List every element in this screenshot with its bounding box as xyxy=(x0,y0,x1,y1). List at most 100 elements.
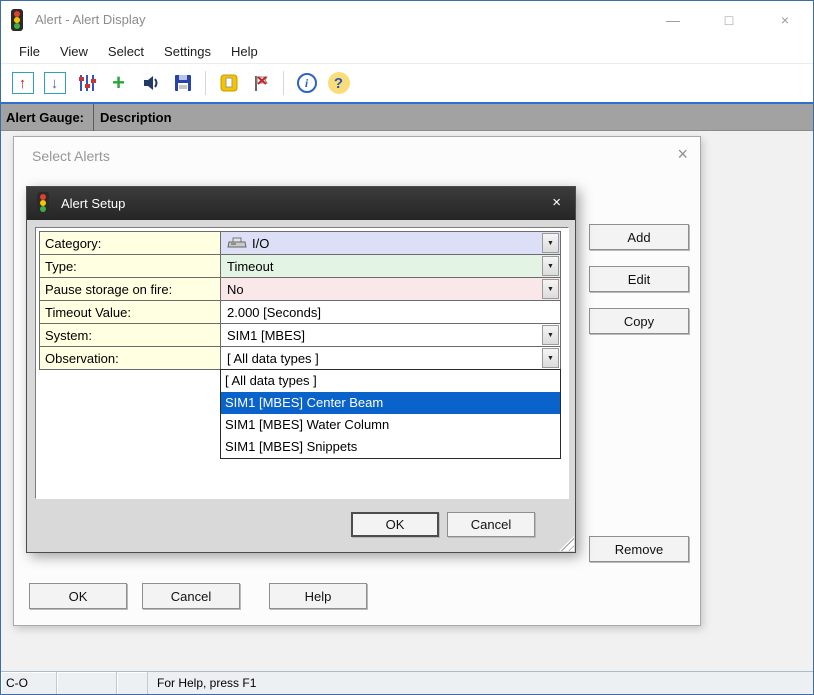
toolbar-separator xyxy=(205,71,206,95)
status-cell-3 xyxy=(117,672,148,694)
sliders-icon xyxy=(77,73,97,93)
type-dropdown-button[interactable]: ▼ xyxy=(542,256,559,276)
resize-grip[interactable] xyxy=(559,536,574,551)
select-alerts-help-button[interactable]: Help xyxy=(269,583,367,609)
timeout-value-row: Timeout Value: 2.000 [Seconds] xyxy=(39,300,563,324)
status-cell-mode: C-O xyxy=(1,672,57,694)
dropdown-option[interactable]: SIM1 [MBES] Water Column xyxy=(221,414,560,436)
alert-setup-ok-button[interactable]: OK xyxy=(351,512,439,537)
status-help-text: For Help, press F1 xyxy=(148,672,256,694)
window-title: Alert - Alert Display xyxy=(35,12,146,27)
observation-row: Observation: [ All data types ] ▼ xyxy=(39,346,563,370)
alarm-log-icon xyxy=(219,73,239,93)
alert-setup-titlebar: Alert Setup × xyxy=(27,187,575,220)
clear-flag-button[interactable] xyxy=(247,69,274,97)
category-value: I/O xyxy=(252,236,269,251)
observation-dropdown-button[interactable]: ▼ xyxy=(542,348,559,368)
category-dropdown-button[interactable]: ▼ xyxy=(542,233,559,253)
category-label: Category: xyxy=(39,231,221,255)
timeout-value-field[interactable]: 2.000 [Seconds] xyxy=(220,300,561,324)
chevron-down-icon: ▼ xyxy=(547,355,554,362)
dropdown-option-selected[interactable]: SIM1 [MBES] Center Beam xyxy=(221,392,560,414)
type-value: Timeout xyxy=(227,259,273,274)
observation-combobox[interactable]: [ All data types ] ▼ xyxy=(220,346,561,370)
dropdown-option[interactable]: SIM1 [MBES] Snippets xyxy=(221,436,560,458)
chevron-down-icon: ▼ xyxy=(547,286,554,293)
minimize-button[interactable]: — xyxy=(645,1,701,39)
dropdown-option[interactable]: [ All data types ] xyxy=(221,370,560,392)
system-label: System: xyxy=(39,323,221,347)
chevron-down-icon: ▼ xyxy=(547,332,554,339)
remove-button[interactable]: Remove xyxy=(589,536,689,562)
system-row: System: SIM1 [MBES] ▼ xyxy=(39,323,563,347)
status-cell-2 xyxy=(57,672,117,694)
type-combobox[interactable]: Timeout ▼ xyxy=(220,254,561,278)
help-button[interactable]: ? xyxy=(325,69,352,97)
menu-select[interactable]: Select xyxy=(98,41,154,62)
traffic-light-app-icon xyxy=(11,9,23,31)
speaker-icon xyxy=(141,73,161,93)
menu-settings[interactable]: Settings xyxy=(154,41,221,62)
menu-view[interactable]: View xyxy=(50,41,98,62)
add-alert-button[interactable]: + xyxy=(105,69,132,97)
system-dropdown-button[interactable]: ▼ xyxy=(542,325,559,345)
help-icon: ? xyxy=(328,72,350,94)
limits-button[interactable] xyxy=(73,69,100,97)
column-divider xyxy=(93,104,94,131)
timeout-value: 2.000 [Seconds] xyxy=(227,305,321,320)
pause-storage-label: Pause storage on fire: xyxy=(39,277,221,301)
maximize-button[interactable]: □ xyxy=(701,1,757,39)
alarm-log-button[interactable] xyxy=(215,69,242,97)
edit-button[interactable]: Edit xyxy=(589,266,689,292)
arrow-down-icon: ↓ xyxy=(44,72,66,94)
pause-storage-row: Pause storage on fire: No ▼ xyxy=(39,277,563,301)
type-row: Type: Timeout ▼ xyxy=(39,254,563,278)
select-alerts-cancel-button[interactable]: Cancel xyxy=(142,583,240,609)
select-alerts-ok-button[interactable]: OK xyxy=(29,583,127,609)
alert-setup-close-icon[interactable]: × xyxy=(552,194,561,211)
observation-dropdown-list: [ All data types ] SIM1 [MBES] Center Be… xyxy=(220,369,561,459)
timeout-value-label: Timeout Value: xyxy=(39,300,221,324)
close-button[interactable]: × xyxy=(757,1,813,39)
category-row: Category: I/O ▼ xyxy=(39,231,563,255)
scroll-down-button[interactable]: ↓ xyxy=(41,69,68,97)
pause-storage-combobox[interactable]: No ▼ xyxy=(220,277,561,301)
observation-label: Observation: xyxy=(39,346,221,370)
save-button[interactable] xyxy=(169,69,196,97)
chevron-down-icon: ▼ xyxy=(547,263,554,270)
select-alerts-close-icon[interactable]: × xyxy=(677,144,688,165)
system-value: SIM1 [MBES] xyxy=(227,328,305,343)
scroll-up-button[interactable]: ↑ xyxy=(9,69,36,97)
io-device-icon xyxy=(227,237,247,250)
menu-help[interactable]: Help xyxy=(221,41,268,62)
info-button[interactable]: i xyxy=(293,69,320,97)
statusbar: C-O For Help, press F1 xyxy=(1,671,813,694)
category-combobox[interactable]: I/O ▼ xyxy=(220,231,561,255)
app-window: Alert - Alert Display — □ × File View Se… xyxy=(0,0,814,695)
flag-clear-icon xyxy=(251,73,271,93)
save-icon xyxy=(173,73,193,93)
type-label: Type: xyxy=(39,254,221,278)
system-combobox[interactable]: SIM1 [MBES] ▼ xyxy=(220,323,561,347)
select-alerts-title: Select Alerts xyxy=(32,148,110,164)
menu-file[interactable]: File xyxy=(9,41,50,62)
alert-setup-title: Alert Setup xyxy=(61,196,125,211)
gauge-table-header: Alert Gauge: Description xyxy=(1,104,813,131)
copy-button[interactable]: Copy xyxy=(589,308,689,334)
alert-setup-cancel-button[interactable]: Cancel xyxy=(447,512,535,537)
add-button[interactable]: Add xyxy=(589,224,689,250)
alert-setup-dialog: Alert Setup × Category: I/O ▼ xyxy=(26,186,576,553)
menubar: File View Select Settings Help xyxy=(1,39,813,64)
toolbar: ↑ ↓ + xyxy=(1,64,813,104)
info-icon: i xyxy=(297,73,317,93)
column-description: Description xyxy=(100,110,172,125)
pause-storage-dropdown-button[interactable]: ▼ xyxy=(542,279,559,299)
pause-storage-value: No xyxy=(227,282,244,297)
titlebar: Alert - Alert Display — □ × xyxy=(1,1,813,39)
sound-button[interactable] xyxy=(137,69,164,97)
column-alert-gauge: Alert Gauge: xyxy=(6,110,84,125)
alert-setup-body: Category: I/O ▼ Type: Timeout xyxy=(27,220,575,552)
alert-setup-form: Category: I/O ▼ Type: Timeout xyxy=(35,227,569,499)
toolbar-separator xyxy=(283,71,284,95)
traffic-light-icon xyxy=(37,192,49,214)
